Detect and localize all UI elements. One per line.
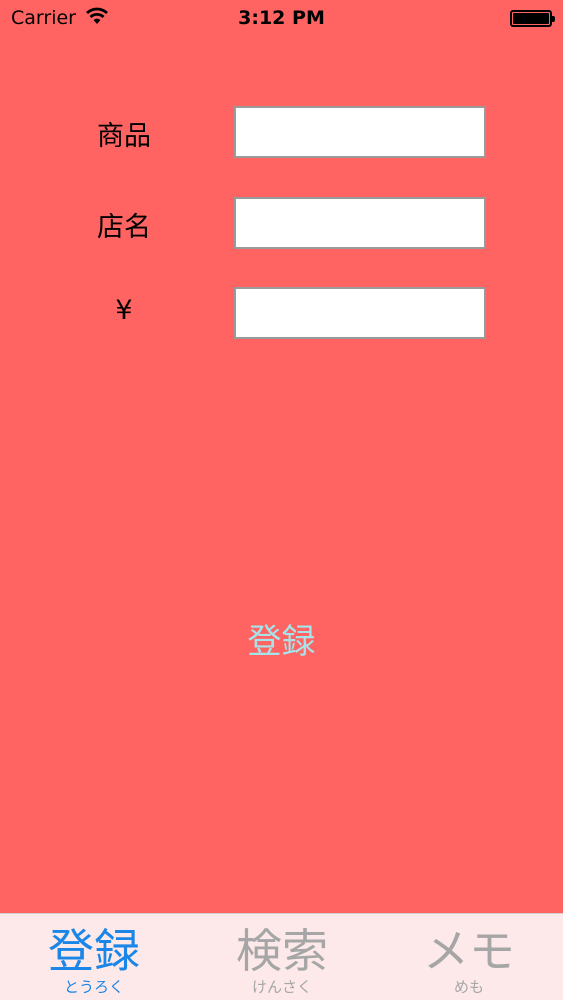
app-screen: Carrier 3:12 PM 商品 店名 ¥ 登録 登録 とうろく 検索 けん…: [0, 0, 563, 1000]
shop-label: 店名: [97, 212, 151, 243]
product-label: 商品: [97, 121, 151, 152]
tab-memo[interactable]: メモ めも: [375, 914, 563, 1000]
tab-register-subtitle: とうろく: [63, 978, 124, 996]
tab-search[interactable]: 検索 けんさく: [188, 914, 376, 1000]
tab-search-title: 検索: [236, 924, 328, 978]
status-time: 3:12 PM: [238, 7, 325, 29]
shop-input[interactable]: [234, 197, 486, 249]
price-row: ¥: [0, 287, 563, 339]
product-input[interactable]: [234, 106, 486, 158]
register-button[interactable]: 登録: [212, 613, 352, 663]
price-input[interactable]: [234, 287, 486, 339]
product-row: 商品: [0, 106, 563, 158]
battery-icon: [510, 10, 555, 27]
price-label: ¥: [115, 295, 133, 326]
tab-memo-title: メモ: [423, 924, 515, 978]
tab-register-title: 登録: [48, 924, 140, 978]
tab-register[interactable]: 登録 とうろく: [0, 914, 188, 1000]
tab-bar: 登録 とうろく 検索 けんさく メモ めも: [0, 913, 563, 1000]
shop-row: 店名: [0, 197, 563, 249]
tab-memo-subtitle: めも: [453, 978, 484, 996]
tab-search-subtitle: けんさく: [251, 978, 312, 996]
status-bar: Carrier 3:12 PM: [0, 0, 563, 38]
